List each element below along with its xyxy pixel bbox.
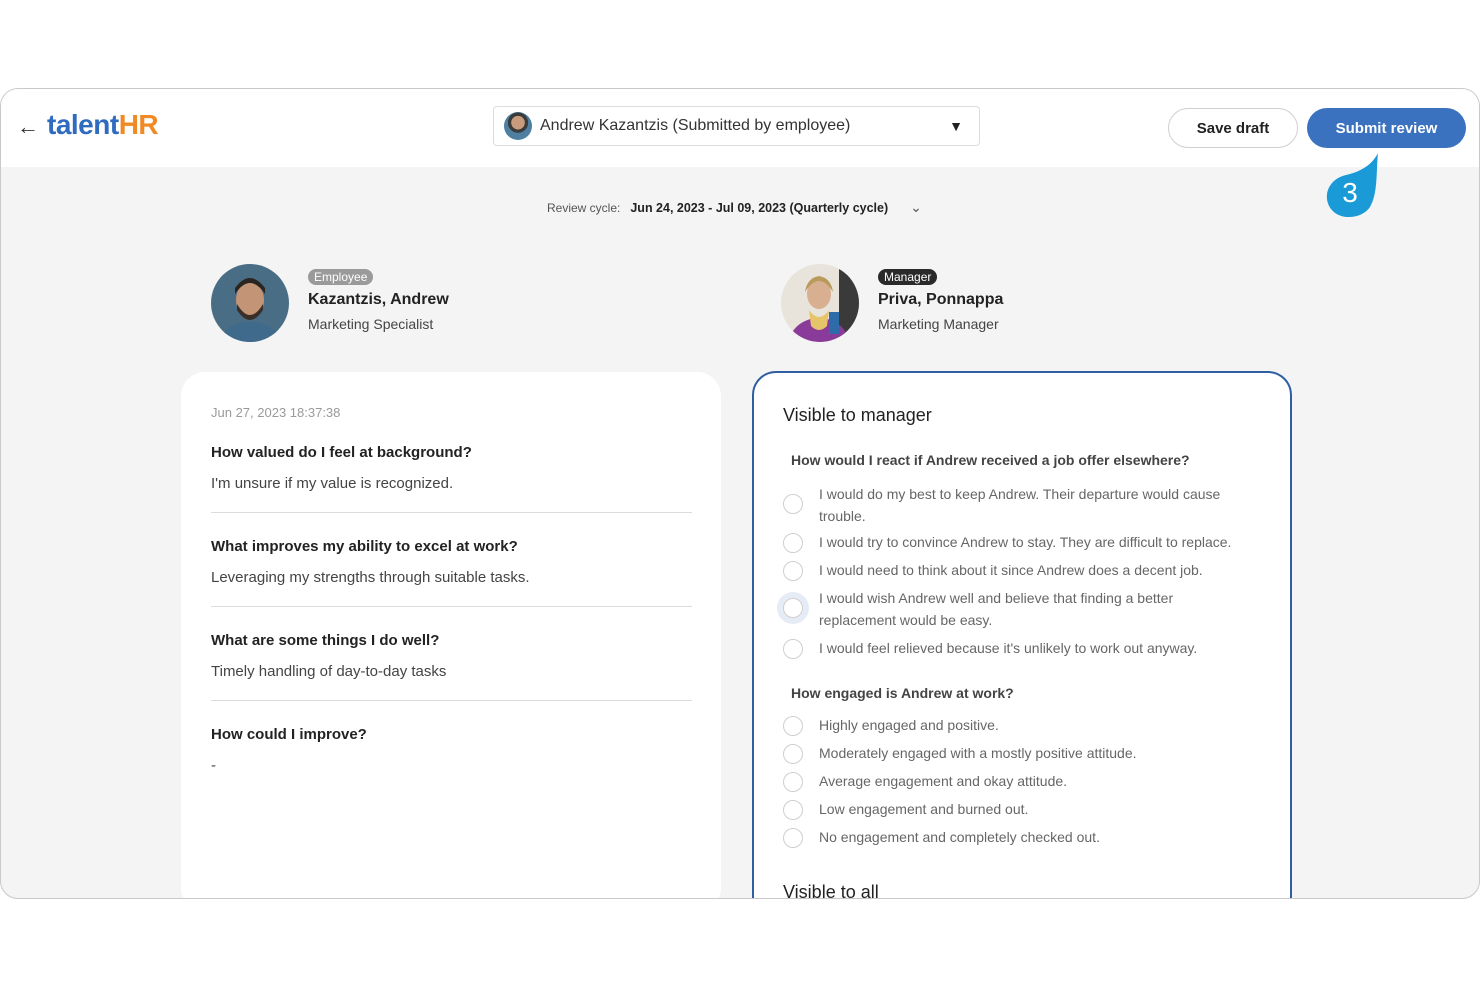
divider [211, 700, 692, 701]
qa-answer: Leveraging my strengths through suitable… [211, 569, 530, 586]
avatar [504, 112, 532, 140]
manager-review-panel: Visible to manager How would I react if … [752, 371, 1292, 899]
qa-item: How could I improve? - [211, 726, 692, 774]
submit-review-button[interactable]: Submit review [1307, 108, 1466, 148]
manager-avatar [781, 264, 859, 342]
chevron-down-icon[interactable]: ⌄ [910, 199, 922, 216]
radio-option-label: I would feel relieved because it's unlik… [819, 640, 1198, 656]
logo-hr: HR [118, 109, 159, 140]
radio-button[interactable] [783, 533, 803, 553]
question-title: How engaged is Andrew at work? [791, 685, 1014, 701]
radio-option[interactable]: Moderately engaged with a mostly positiv… [783, 742, 1253, 766]
radio-option-label: Highly engaged and positive. [819, 717, 999, 733]
qa-item: How valued do I feel at background? I'm … [211, 444, 692, 513]
step-marker-number: 3 [1342, 177, 1358, 208]
radio-option[interactable]: I would wish Andrew well and believe tha… [783, 587, 1253, 631]
qa-question: How valued do I feel at background? [211, 444, 472, 461]
employee-avatar [211, 264, 289, 342]
employee-select[interactable]: Andrew Kazantzis (Submitted by employee)… [493, 106, 980, 146]
radio-option-label: I would do my best to keep Andrew. Their… [819, 486, 1221, 524]
radio-option[interactable]: Highly engaged and positive. [783, 714, 1253, 738]
radio-option-label: I would try to convince Andrew to stay. … [819, 534, 1232, 550]
question-title: How would I react if Andrew received a j… [791, 452, 1190, 468]
radio-option-label: Moderately engaged with a mostly positiv… [819, 745, 1137, 761]
back-arrow-icon[interactable]: ← [17, 116, 39, 138]
logo: talentHR [47, 109, 159, 141]
radio-option-label: Average engagement and okay attitude. [819, 773, 1068, 789]
qa-question: What improves my ability to excel at wor… [211, 538, 518, 555]
employee-role: Marketing Specialist [308, 316, 434, 332]
radio-button[interactable] [783, 744, 803, 764]
radio-option[interactable]: I would try to convince Andrew to stay. … [783, 531, 1253, 555]
qa-item: What improves my ability to excel at wor… [211, 538, 692, 607]
radio-option-label: I would need to think about it since And… [819, 562, 1203, 578]
radio-option[interactable]: No engagement and completely checked out… [783, 826, 1253, 850]
review-cycle-value: Jun 24, 2023 - Jul 09, 2023 (Quarterly c… [630, 200, 889, 215]
radio-option[interactable]: I would do my best to keep Andrew. Their… [783, 483, 1253, 527]
divider [211, 512, 692, 513]
qa-item: What are some things I do well? Timely h… [211, 632, 692, 701]
radio-button[interactable] [783, 716, 803, 736]
radio-button[interactable] [783, 639, 803, 659]
qa-answer: - [211, 757, 216, 774]
radio-button[interactable] [783, 772, 803, 792]
radio-button[interactable] [783, 828, 803, 848]
employee-name: Kazantzis, Andrew [308, 291, 449, 308]
radio-option-label: Low engagement and burned out. [819, 801, 1029, 817]
review-cycle: Review cycle: Jun 24, 2023 - Jul 09, 202… [547, 199, 922, 216]
app-window: ← talentHR Andrew Kazantzis (Submitted b… [0, 88, 1480, 899]
radio-option-label: No engagement and completely checked out… [819, 829, 1100, 845]
section-title-visible-to-all: Visible to all [783, 882, 879, 899]
caret-down-icon: ▼ [949, 118, 963, 134]
manager-role: Marketing Manager [878, 316, 999, 332]
manager-badge: Manager [878, 269, 938, 285]
top-bar: ← talentHR Andrew Kazantzis (Submitted b… [1, 89, 1479, 167]
section-title-visible-to-manager: Visible to manager [783, 405, 932, 425]
radio-option[interactable]: I would need to think about it since And… [783, 559, 1253, 583]
radio-option[interactable]: I would feel relieved because it's unlik… [783, 637, 1253, 661]
qa-answer: Timely handling of day-to-day tasks [211, 663, 447, 680]
qa-question: What are some things I do well? [211, 632, 440, 649]
radio-button[interactable] [783, 800, 803, 820]
employee-badge: Employee [308, 269, 374, 285]
submission-date: Jun 27, 2023 18:37:38 [211, 405, 341, 420]
radio-option[interactable]: Average engagement and okay attitude. [783, 770, 1253, 794]
divider [211, 606, 692, 607]
qa-answer: I'm unsure if my value is recognized. [211, 475, 454, 492]
radio-option[interactable]: Low engagement and burned out. [783, 798, 1253, 822]
radio-button[interactable] [783, 561, 803, 581]
logo-talent: talent [47, 109, 119, 140]
radio-option-label: I would wish Andrew well and believe tha… [819, 590, 1174, 628]
radio-button[interactable] [783, 494, 803, 514]
manager-name: Priva, Ponnappa [878, 291, 1004, 308]
radio-button[interactable] [783, 598, 803, 618]
review-cycle-label: Review cycle: [547, 200, 621, 215]
self-review-panel: Jun 27, 2023 18:37:38 How valued do I fe… [181, 372, 721, 898]
employee-select-label: Andrew Kazantzis (Submitted by employee) [540, 117, 851, 134]
save-draft-button[interactable]: Save draft [1168, 108, 1298, 148]
qa-question: How could I improve? [211, 726, 367, 743]
